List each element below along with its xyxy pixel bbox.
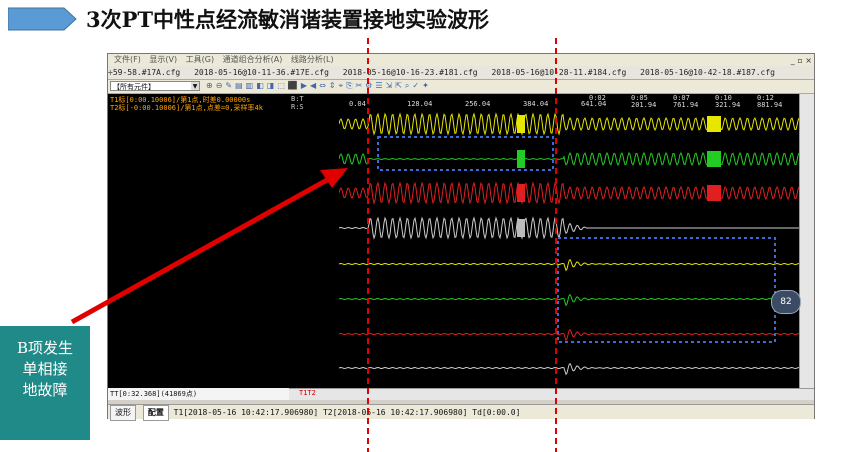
status-text: T1[2018-05-16 10:42:17.906980] T2[2018-0… <box>173 408 521 417</box>
header-prefix: B:T <box>291 95 304 103</box>
channel-min: -0.166A <box>307 264 337 272</box>
waveform-trace <box>339 258 799 272</box>
file-tab[interactable]: 2018-05-16@10-16-23.#181.cfg <box>343 68 478 77</box>
channel-select-value: 【所有元件】 <box>113 83 155 91</box>
waveform-trace <box>339 181 799 205</box>
vertical-scrollbar[interactable] <box>799 94 814 388</box>
channel-max: 0.166A <box>311 256 337 264</box>
waveform-trace <box>339 362 799 376</box>
file-tabs: ÷59-58.#17A.cfg 2018-05-16@10-11-36.#17E… <box>108 66 814 80</box>
channel-values-panel: B:T R:S 149.531V -146.829V 117.629V -108… <box>289 94 339 388</box>
cursor-marker <box>517 219 525 237</box>
channel-label[interactable]: 20:2# 交流电流125A3Io [T1=0.000A][T2= <box>116 364 266 374</box>
horizontal-scrollbar[interactable]: T1T2 <box>289 388 814 400</box>
channel-min: -0.265A <box>307 299 337 307</box>
annotation-box: B项发生 单相接 地故障 <box>0 326 90 440</box>
channel-min: -0.164A <box>307 368 337 376</box>
waveform-plot[interactable]: 0.04 128.04 256.04 384.04 641.040:02 0:05 0:07… <box>339 94 799 388</box>
tab-config[interactable]: 配置 <box>142 405 169 421</box>
file-tab[interactable]: 2018-05-16@10-42-18.#187.cfg <box>640 68 775 77</box>
cursor-tag: T1T2 <box>299 389 316 397</box>
t2-cursor-info: T2标[-0:00.10006]/第1点,点差=0,采样率4k <box>110 104 263 112</box>
waveform-viewer-window: 文件(F) 显示(V) 工具(G) 通道组合分析(A) 线路分析(L) _ ▫ … <box>107 53 815 421</box>
title-arrow-icon <box>8 7 77 31</box>
toolbar-icons[interactable]: ⊕⊖✎▤▥◧◨⬚⬛▶◀⇔⇕⌖⎘✂⚙☰⇲⇱⌕✓✦ <box>206 81 432 91</box>
cursor-marker <box>517 184 525 202</box>
channel-labels-panel: T1标[0:00.10006]/第1点,时差0.00000s T2标[-0:00… <box>108 94 289 388</box>
waveform-trace <box>339 112 799 136</box>
menu-view[interactable]: 显示(V) <box>149 55 177 64</box>
tick-label: 384.04 <box>523 100 548 108</box>
channel-label[interactable]: 1:1# 交流电压180VUa [T1=55.433V][T2= <box>116 120 262 130</box>
channel-label[interactable]: 19:2# 交流电流125AIc [T1=0.000A][T2= <box>116 330 262 340</box>
cursor-marker <box>517 115 525 133</box>
tick-label: 0.04 <box>349 100 366 108</box>
tick-label: 128.04 <box>407 100 432 108</box>
toolbar: 【所有元件】 ▼ ⊕⊖✎▤▥◧◨⬚⬛▶◀⇔⇕⌖⎘✂⚙☰⇲⇱⌕✓✦ <box>108 80 814 94</box>
channel-label[interactable]: 3:1# 交流电压180VUc [T1=-74.562V][T2= <box>116 190 266 200</box>
menu-bar: 文件(F) 显示(V) 工具(G) 通道组合分析(A) 线路分析(L) _ ▫ … <box>108 54 814 66</box>
zoom-badge[interactable]: 82 <box>771 290 801 314</box>
tick-label: 256.04 <box>465 100 490 108</box>
annotation-text: B项发生 单相接 地故障 <box>16 339 74 399</box>
channel-label[interactable]: 17:17#交流电流125A [T1=-0.000A][T2=-0.0 <box>116 260 275 270</box>
tick-label: 321.94 <box>715 101 740 109</box>
tick-label: 761.94 <box>673 101 698 109</box>
menu-channel-analysis[interactable]: 通道组合分析(A) <box>223 55 283 64</box>
slide-title: 3次PT中性点经流敏消谐装置接地实验波形 <box>86 7 490 32</box>
channel-max: 149.531V <box>303 116 337 124</box>
file-tab[interactable]: 2018-05-16@10-28-11.#184.cfg <box>491 68 626 77</box>
tab-waveform[interactable]: 波形 <box>110 405 136 421</box>
channel-max: 0.662A <box>311 291 337 299</box>
chevron-down-icon[interactable]: ▼ <box>191 82 199 90</box>
channel-max: 0.691A <box>311 360 337 368</box>
cursor-marker <box>707 185 721 201</box>
tick-label: 0:02 <box>589 94 606 102</box>
waveform-trace <box>339 328 799 342</box>
menu-tools[interactable]: 工具(G) <box>186 55 214 64</box>
channel-min: -108.074V <box>299 160 337 168</box>
file-tab[interactable]: 2018-05-16@10-11-36.#17E.cfg <box>194 68 329 77</box>
waveform-trace <box>339 151 799 167</box>
file-tab[interactable]: ÷59-58.#17A.cfg <box>108 68 180 77</box>
cursor-marker <box>517 150 525 168</box>
total-time-info: TT[0:32.368](41869点) <box>108 388 289 400</box>
channel-select[interactable]: 【所有元件】 ▼ <box>110 81 200 91</box>
tick-label: 881.94 <box>757 101 782 109</box>
cursor-marker <box>707 151 721 167</box>
waveform-trace <box>339 293 799 307</box>
channel-min: -146.829V <box>299 124 337 132</box>
channel-label[interactable]: 18:1# 交流电流125AIb [T1=0.000A][T2= <box>116 295 262 305</box>
status-bar: 波形 配置 T1[2018-05-16 10:42:17.906980] T2[… <box>108 404 814 421</box>
menu-line-analysis[interactable]: 线路分析(L) <box>291 55 334 64</box>
channel-max: 117.629V <box>303 152 337 160</box>
tick-label: 201.94 <box>631 101 656 109</box>
channel-label[interactable]: 4:1# 交流电压180V3Uo [T1=-0.157V][T2 <box>116 225 262 235</box>
cursor-marker <box>707 116 721 132</box>
channel-label[interactable]: 2:1# 交流电压180VUb [T1=15.816V][T2= <box>116 156 262 166</box>
channel-max: 150.264V <box>303 221 337 229</box>
header-prefix: R:S <box>291 103 304 111</box>
menu-file[interactable]: 文件(F) <box>114 55 141 64</box>
waveform-trace <box>339 216 799 240</box>
channel-min: -153.242V <box>299 229 337 237</box>
